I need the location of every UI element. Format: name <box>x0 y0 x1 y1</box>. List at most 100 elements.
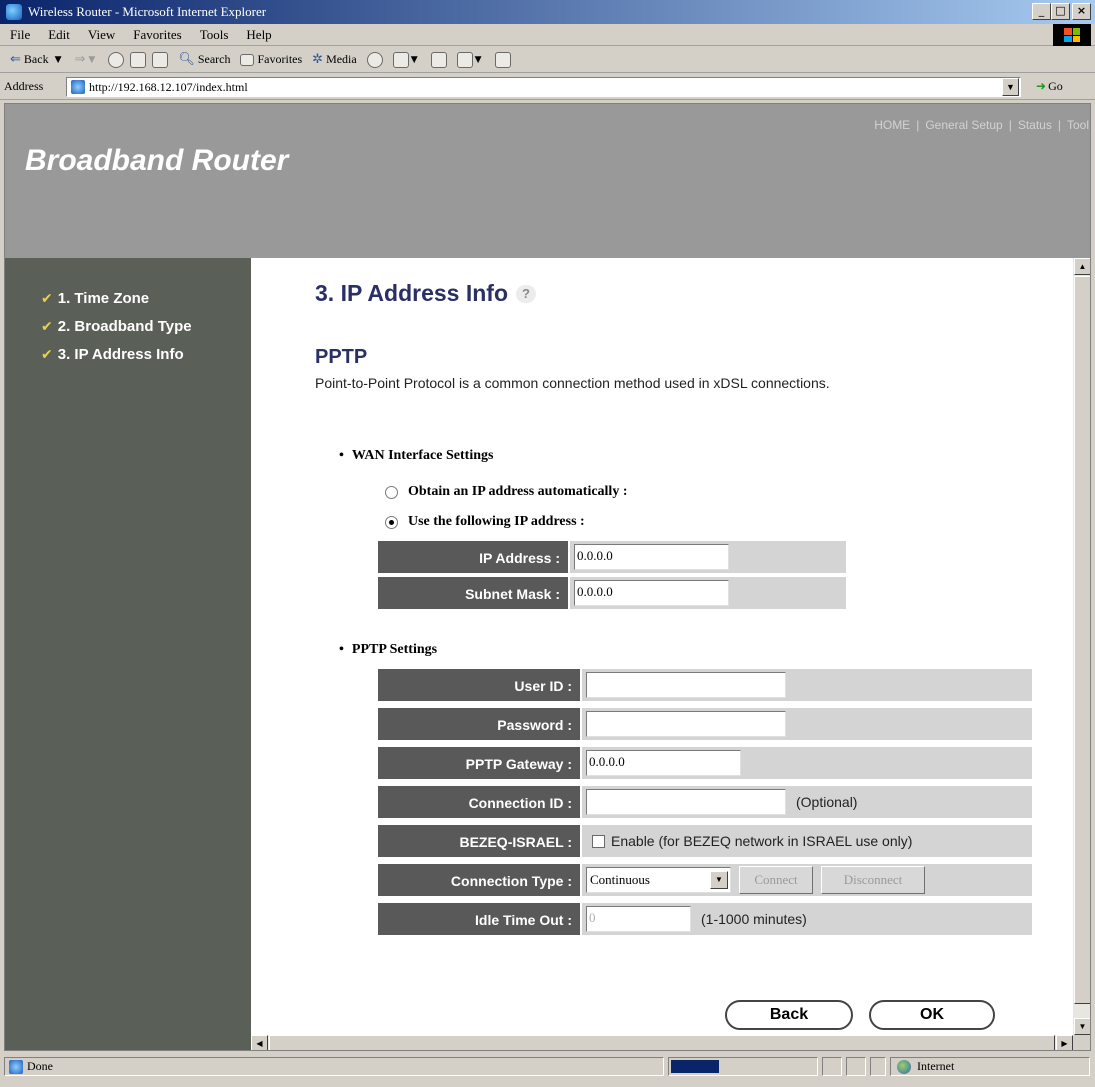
top-nav: HOME | General Setup | Status | Tool <box>874 118 1089 132</box>
password-input[interactable] <box>586 711 786 737</box>
stop-button[interactable] <box>108 49 125 71</box>
connect-button[interactable]: Connect <box>739 866 813 894</box>
edit-icon <box>456 51 473 68</box>
connection-id-label: Connection ID : <box>377 785 581 819</box>
check-icon: ✔ <box>41 346 53 363</box>
sidebar-item-ip-address-info[interactable]: ✔ 3. IP Address Info <box>41 346 184 363</box>
wizard-sidebar: ✔ 1. Time Zone ✔ 2. Broadband Type ✔ 3. IP … <box>5 258 251 1050</box>
menu-file[interactable]: File <box>10 27 30 43</box>
discuss-icon <box>494 51 511 68</box>
bezeq-enable-checkbox[interactable] <box>592 834 605 848</box>
mail-button[interactable]: ▼ <box>392 49 421 71</box>
disconnect-button[interactable]: Disconnect <box>821 866 925 894</box>
scroll-left-icon[interactable]: ◀ <box>251 1035 268 1050</box>
ip-address-input[interactable]: 0.0.0.0 <box>574 544 729 570</box>
discuss-button[interactable] <box>494 49 511 71</box>
windows-logo-icon <box>1053 24 1091 46</box>
page-title: 3. IP Address Info ? <box>315 280 536 307</box>
mail-icon <box>392 51 409 68</box>
menu-tools[interactable]: Tools <box>200 27 229 43</box>
use-following-ip-radio[interactable] <box>385 515 398 529</box>
sidebar-item-time-zone[interactable]: ✔ 1. Time Zone <box>41 290 149 307</box>
edit-button[interactable]: ▼ <box>456 49 485 71</box>
user-id-label: User ID : <box>377 668 581 702</box>
bezeq-israel-label: BEZEQ-ISRAEL : <box>377 824 581 858</box>
connection-type-select[interactable]: Continuous ▼ <box>586 867 731 893</box>
media-button[interactable]: ✲ Media <box>312 49 357 71</box>
progress-fill <box>671 1060 719 1073</box>
security-zone-pane: Internet <box>890 1057 1090 1076</box>
status-text: Done <box>27 1059 53 1073</box>
main-content: 3. IP Address Info ? PPTP Point-to-Point… <box>251 258 1073 1050</box>
history-button[interactable] <box>366 49 383 71</box>
obtain-ip-auto-option[interactable]: Obtain an IP address automatically : <box>385 484 628 500</box>
password-label: Password : <box>377 707 581 741</box>
menu-view[interactable]: View <box>88 27 115 43</box>
scroll-right-icon[interactable]: ▶ <box>1056 1035 1073 1050</box>
home-button[interactable] <box>152 49 169 71</box>
progress-pane <box>668 1057 818 1076</box>
status-text-pane: Done <box>4 1057 664 1076</box>
standard-toolbar: ⇐ Back ▼ ⇒ ▼ 🔍︎ Search Favorites ✲ Media… <box>0 47 1095 73</box>
search-button[interactable]: 🔍︎ Search <box>178 49 230 71</box>
chevron-down-icon[interactable]: ▼ <box>710 871 728 889</box>
obtain-ip-auto-radio[interactable] <box>385 485 398 499</box>
home-icon <box>152 51 169 68</box>
use-following-ip-option[interactable]: Use the following IP address : <box>385 514 585 530</box>
print-button[interactable] <box>430 49 447 71</box>
pptp-settings-heading: PPTP Settings <box>339 642 437 658</box>
nav-general-setup[interactable]: General Setup <box>925 118 1002 132</box>
address-dropdown-button[interactable]: ▼ <box>1002 78 1019 96</box>
forward-dropdown-icon[interactable]: ▼ <box>88 55 95 65</box>
back-button[interactable]: ⇐ Back ▼ <box>10 49 64 71</box>
page-viewport: Broadband Router HOME | General Setup | Stat… <box>4 103 1091 1051</box>
scrollbar-corner <box>1073 1035 1090 1050</box>
connection-type-row: Connection Type : Continuous ▼ Connect D… <box>377 863 1033 897</box>
sidebar-item-broadband-type[interactable]: ✔ 2. Broadband Type <box>41 318 192 335</box>
search-icon: 🔍︎ <box>178 52 195 67</box>
internet-globe-icon <box>897 1059 911 1074</box>
nav-home[interactable]: HOME <box>874 118 910 132</box>
idle-time-out-row: Idle Time Out : 0 (1-1000 minutes) <box>377 902 1033 936</box>
horizontal-scroll-thumb[interactable] <box>269 1035 1055 1050</box>
menu-favorites[interactable]: Favorites <box>133 27 181 43</box>
password-row: Password : <box>377 707 1033 741</box>
go-button[interactable]: ➜ Go <box>1036 79 1063 94</box>
go-arrow-icon: ➜ <box>1036 79 1047 93</box>
nav-tool[interactable]: Tool <box>1067 118 1089 132</box>
print-icon <box>430 51 447 68</box>
maximize-button[interactable]: □ <box>1051 3 1070 20</box>
scroll-down-icon[interactable]: ▼ <box>1074 1018 1090 1035</box>
menu-edit[interactable]: Edit <box>48 27 70 43</box>
pptp-gateway-input[interactable]: 0.0.0.0 <box>586 750 741 776</box>
connection-id-input[interactable] <box>586 789 786 815</box>
connection-type-label: Connection Type : <box>377 863 581 897</box>
ie-icon <box>6 4 22 20</box>
vertical-scroll-thumb[interactable] <box>1074 276 1090 1004</box>
close-button[interactable]: × <box>1072 3 1091 20</box>
help-icon[interactable]: ? <box>516 284 536 303</box>
minimize-button[interactable]: _ <box>1032 3 1051 20</box>
connection-id-hint: (Optional) <box>796 794 858 810</box>
favorites-button[interactable]: Favorites <box>240 49 302 71</box>
horizontal-scrollbar[interactable]: ◀ ▶ <box>251 1035 1073 1050</box>
user-id-row: User ID : <box>377 668 1033 702</box>
ok-button[interactable]: OK <box>869 1000 995 1030</box>
menu-help[interactable]: Help <box>246 27 271 43</box>
media-icon: ✲ <box>312 52 324 67</box>
idle-time-out-input[interactable]: 0 <box>586 906 691 932</box>
forward-button[interactable]: ⇒ ▼ <box>74 49 98 71</box>
subnet-mask-input[interactable]: 0.0.0.0 <box>574 580 729 606</box>
page-done-icon <box>9 1059 23 1074</box>
back-button-page[interactable]: Back <box>725 1000 853 1030</box>
user-id-input[interactable] <box>586 672 786 698</box>
vertical-scrollbar[interactable]: ▲ ▼ <box>1073 258 1090 1036</box>
nav-status[interactable]: Status <box>1018 118 1052 132</box>
back-dropdown-icon[interactable]: ▼ <box>55 55 62 65</box>
address-input[interactable]: http://192.168.12.107/index.html <box>66 77 1021 97</box>
refresh-button[interactable] <box>130 49 147 71</box>
window-title: Wireless Router - Microsoft Internet Exp… <box>28 4 267 19</box>
scroll-up-icon[interactable]: ▲ <box>1074 258 1090 275</box>
address-url: http://192.168.12.107/index.html <box>89 79 248 94</box>
status-pane-empty <box>870 1057 886 1076</box>
